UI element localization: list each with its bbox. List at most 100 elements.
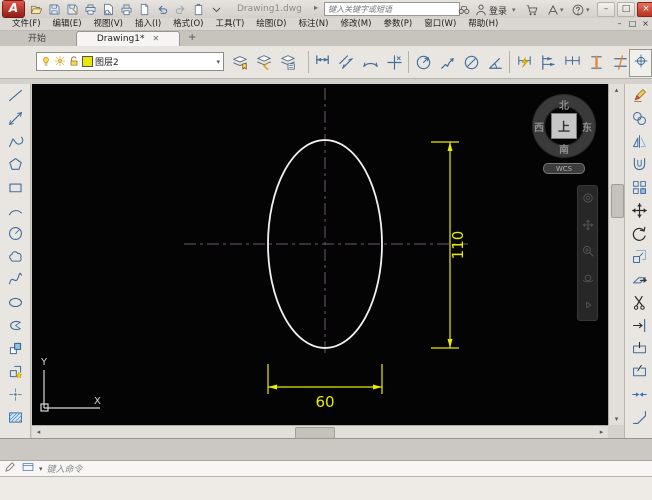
ellipse-arc-icon[interactable] (0, 314, 30, 337)
signin-caret-icon[interactable]: ▾ (512, 6, 516, 14)
new-drawing-icon[interactable] (137, 2, 152, 17)
layer-color-swatch[interactable] (82, 56, 93, 67)
help-caret-icon[interactable]: ▾ (586, 6, 590, 14)
rotate-icon[interactable] (625, 222, 652, 245)
hatch-icon[interactable] (0, 406, 30, 429)
erase-icon[interactable] (625, 84, 652, 107)
break-icon[interactable] (625, 360, 652, 383)
layer-thaw-icon[interactable] (54, 52, 66, 71)
viewcube-west[interactable]: 西 (534, 119, 544, 134)
dim-arc-length-icon[interactable] (358, 50, 382, 74)
layer-dropdown-caret-icon[interactable]: ▾ (216, 58, 220, 66)
menu-item-11[interactable]: 帮助(H) (462, 18, 504, 30)
chamfer-icon[interactable] (625, 406, 652, 429)
new-tab-button[interactable]: + (188, 32, 196, 43)
wcs-button[interactable]: WCS (543, 163, 585, 174)
break-at-point-icon[interactable] (625, 337, 652, 360)
construction-line-icon[interactable] (0, 107, 30, 130)
dim-linear-icon[interactable] (310, 50, 334, 74)
user-icon[interactable] (473, 2, 488, 17)
dim-radius-icon[interactable] (411, 50, 435, 74)
tab-start[interactable]: 开始 (8, 32, 66, 46)
app-store-icon[interactable] (545, 2, 560, 17)
viewcube-top-face[interactable]: 上 (551, 113, 577, 139)
minimize-button[interactable]: – (597, 2, 615, 17)
search-input[interactable] (324, 2, 460, 16)
print-icon[interactable] (119, 2, 134, 17)
move-icon[interactable] (625, 199, 652, 222)
save-icon[interactable] (47, 2, 62, 17)
insert-block-icon[interactable] (0, 337, 30, 360)
layer-on-icon[interactable] (40, 52, 52, 71)
nav-motion-icon[interactable] (581, 297, 595, 316)
open-icon[interactable] (29, 2, 44, 17)
dim-text-horizontal[interactable]: 60 (315, 393, 334, 411)
join-icon[interactable] (625, 383, 652, 406)
menu-item-0[interactable]: 文件(F) (6, 18, 47, 30)
menu-item-2[interactable]: 视图(V) (88, 18, 129, 30)
undo-icon[interactable] (155, 2, 170, 17)
scale-icon[interactable] (625, 245, 652, 268)
scroll-up-icon[interactable]: ▴ (610, 84, 623, 96)
layer-unlock-icon[interactable] (68, 52, 80, 71)
tab-close-icon[interactable]: ✕ (152, 34, 159, 43)
menu-item-1[interactable]: 编辑(E) (47, 18, 88, 30)
save-as-icon[interactable] (65, 2, 80, 17)
menu-item-8[interactable]: 修改(M) (334, 18, 377, 30)
layer-previous-icon[interactable] (252, 50, 276, 74)
search-icon[interactable] (456, 2, 471, 17)
ellipse-icon[interactable] (0, 291, 30, 314)
dim-space-icon[interactable] (584, 50, 608, 74)
drawing-canvas[interactable]: 110 60 Y X 北 西 东 南 上 WCS (32, 84, 608, 425)
viewcube-east[interactable]: 东 (582, 119, 592, 134)
doc-minimize-button[interactable]: – (614, 19, 625, 30)
close-button[interactable]: × (637, 2, 652, 17)
ucs-icon[interactable]: Y X (40, 357, 101, 411)
paste-icon[interactable] (191, 2, 206, 17)
quick-dimension-icon[interactable] (512, 50, 536, 74)
arc-icon[interactable] (0, 199, 30, 222)
horizontal-scrollbar[interactable]: ◂ ▸ (32, 425, 608, 438)
dim-text-vertical[interactable]: 110 (449, 231, 467, 260)
nav-orbit-icon[interactable] (581, 270, 595, 289)
vertical-scrollbar[interactable]: ▴ ▾ (608, 84, 624, 425)
dim-diameter-icon[interactable] (459, 50, 483, 74)
menu-item-10[interactable]: 窗口(W) (418, 18, 462, 30)
vertical-dimension[interactable]: 110 (431, 142, 467, 348)
redo-icon[interactable] (173, 2, 188, 17)
command-input-row[interactable]: ▾ 键入命令 (0, 460, 652, 476)
dim-continue-icon[interactable] (560, 50, 584, 74)
dim-angular-icon[interactable] (483, 50, 507, 74)
line-icon[interactable] (0, 84, 30, 107)
menu-item-3[interactable]: 插入(I) (129, 18, 167, 30)
tab-drawing1[interactable]: Drawing1*✕ (76, 31, 180, 46)
nav-wheel-icon[interactable] (581, 190, 595, 209)
app-store-caret-icon[interactable]: ▾ (560, 6, 564, 14)
dim-ordinate-icon[interactable] (382, 50, 406, 74)
extend-icon[interactable] (625, 314, 652, 337)
scroll-left-icon[interactable]: ◂ (32, 426, 45, 438)
polygon-icon[interactable] (0, 153, 30, 176)
array-icon[interactable] (625, 176, 652, 199)
horizontal-dimension[interactable]: 60 (268, 364, 382, 411)
stretch-icon[interactable] (625, 268, 652, 291)
spline-icon[interactable] (0, 268, 30, 291)
vscroll-thumb[interactable] (611, 184, 624, 218)
match-layer-icon[interactable] (228, 50, 252, 74)
command-caret-icon[interactable]: ▾ (39, 465, 43, 473)
plot-preview-icon[interactable] (101, 2, 116, 17)
center-mark-icon[interactable] (633, 53, 649, 73)
make-block-icon[interactable] (0, 360, 30, 383)
cart-icon[interactable] (524, 2, 539, 17)
help-icon[interactable] (570, 2, 585, 17)
layer-dropdown[interactable]: 图层2 ▾ (36, 52, 224, 71)
polyline-icon[interactable] (0, 130, 30, 153)
center-mark-button[interactable] (629, 49, 652, 77)
menu-item-5[interactable]: 工具(T) (209, 18, 250, 30)
signin-button[interactable]: 登录 (489, 4, 507, 17)
dim-baseline-icon[interactable] (536, 50, 560, 74)
menu-item-4[interactable]: 格式(O) (167, 18, 209, 30)
point-icon[interactable] (0, 383, 30, 406)
nav-zoom-icon[interactable] (581, 243, 595, 262)
viewcube-south[interactable]: 南 (555, 141, 573, 156)
